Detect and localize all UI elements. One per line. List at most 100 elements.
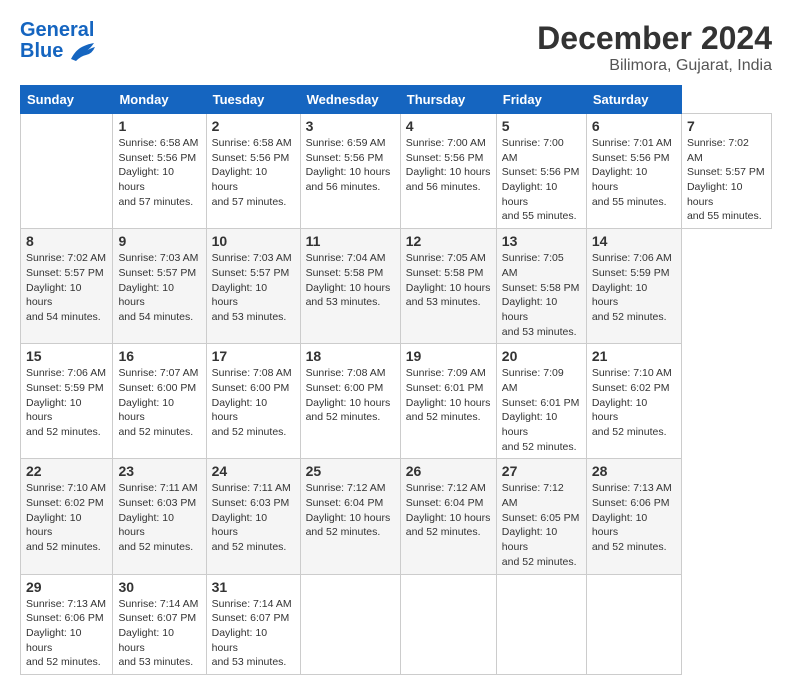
day-number: 9 xyxy=(118,233,200,249)
calendar-day-cell: 26 Sunrise: 7:12 AM Sunset: 6:04 PM Dayli… xyxy=(400,459,496,574)
day-info: Sunrise: 7:12 AM Sunset: 6:05 PM Dayligh… xyxy=(502,481,581,569)
calendar-week-row: 15 Sunrise: 7:06 AM Sunset: 5:59 PM Dayli… xyxy=(21,344,772,459)
calendar-day-cell: 3 Sunrise: 6:59 AM Sunset: 5:56 PM Daylig… xyxy=(300,114,400,229)
day-number: 13 xyxy=(502,233,581,249)
day-number: 1 xyxy=(118,118,200,134)
day-info: Sunrise: 7:10 AM Sunset: 6:02 PM Dayligh… xyxy=(592,366,676,439)
day-number: 4 xyxy=(406,118,491,134)
day-info: Sunrise: 7:08 AM Sunset: 6:00 PM Dayligh… xyxy=(306,366,395,425)
calendar-week-row: 22 Sunrise: 7:10 AM Sunset: 6:02 PM Dayli… xyxy=(21,459,772,574)
day-number: 25 xyxy=(306,463,395,479)
location: Bilimora, Gujarat, India xyxy=(537,57,772,75)
logo-line1: General xyxy=(20,20,96,40)
logo: General Blue xyxy=(20,20,96,63)
calendar-day-cell: 27 Sunrise: 7:12 AM Sunset: 6:05 PM Dayli… xyxy=(496,459,586,574)
calendar-day-cell: 4 Sunrise: 7:00 AM Sunset: 5:56 PM Daylig… xyxy=(400,114,496,229)
calendar-day-cell: 20 Sunrise: 7:09 AM Sunset: 6:01 PM Dayli… xyxy=(496,344,586,459)
title-block: December 2024 Bilimora, Gujarat, India xyxy=(537,20,772,75)
logo-bird-icon xyxy=(66,41,96,63)
day-number: 26 xyxy=(406,463,491,479)
day-number: 27 xyxy=(502,463,581,479)
calendar-day-cell: 25 Sunrise: 7:12 AM Sunset: 6:04 PM Dayli… xyxy=(300,459,400,574)
calendar-day-cell: 7 Sunrise: 7:02 AM Sunset: 5:57 PM Daylig… xyxy=(681,114,771,229)
header-tuesday: Tuesday xyxy=(206,86,300,114)
day-number: 6 xyxy=(592,118,676,134)
calendar-day-cell: 23 Sunrise: 7:11 AM Sunset: 6:03 PM Dayli… xyxy=(113,459,206,574)
day-info: Sunrise: 7:05 AM Sunset: 5:58 PM Dayligh… xyxy=(406,251,491,310)
day-info: Sunrise: 7:02 AM Sunset: 5:57 PM Dayligh… xyxy=(26,251,107,324)
calendar-day-cell: 16Sunrise: 7:07 AM Sunset: 6:00 PM Dayli… xyxy=(113,344,206,459)
day-info: Sunrise: 7:06 AM Sunset: 5:59 PM Dayligh… xyxy=(26,366,107,439)
day-number: 3 xyxy=(306,118,395,134)
day-number: 20 xyxy=(502,348,581,364)
day-number: 2 xyxy=(212,118,295,134)
day-number: 31 xyxy=(212,579,295,595)
calendar-day-cell: 18 Sunrise: 7:08 AM Sunset: 6:00 PM Dayli… xyxy=(300,344,400,459)
calendar-day-cell: 19 Sunrise: 7:09 AM Sunset: 6:01 PM Dayli… xyxy=(400,344,496,459)
day-info: Sunrise: 7:13 AM Sunset: 6:06 PM Dayligh… xyxy=(592,481,676,554)
day-number: 23 xyxy=(118,463,200,479)
calendar-day-cell: 28 Sunrise: 7:13 AM Sunset: 6:06 PM Dayli… xyxy=(586,459,681,574)
calendar-day-cell: 9 Sunrise: 7:03 AM Sunset: 5:57 PM Daylig… xyxy=(113,229,206,344)
day-number: 29 xyxy=(26,579,107,595)
day-info: Sunrise: 7:00 AM Sunset: 5:56 PM Dayligh… xyxy=(406,136,491,195)
day-info: Sunrise: 6:58 AM Sunset: 5:56 PM Dayligh… xyxy=(118,136,200,209)
day-number: 18 xyxy=(306,348,395,364)
day-info: Sunrise: 7:12 AM Sunset: 6:04 PM Dayligh… xyxy=(306,481,395,540)
calendar-day-cell: 22 Sunrise: 7:10 AM Sunset: 6:02 PM Dayli… xyxy=(21,459,113,574)
header-sunday: Sunday xyxy=(21,86,113,114)
day-number: 15 xyxy=(26,348,107,364)
calendar-day-cell: 15 Sunrise: 7:06 AM Sunset: 5:59 PM Dayli… xyxy=(21,344,113,459)
logo-line2: Blue xyxy=(20,40,63,63)
day-number: 14 xyxy=(592,233,676,249)
day-info: Sunrise: 7:10 AM Sunset: 6:02 PM Dayligh… xyxy=(26,481,107,554)
calendar-day-cell: 11Sunrise: 7:04 AM Sunset: 5:58 PM Dayli… xyxy=(300,229,400,344)
day-info: Sunrise: 7:09 AM Sunset: 6:01 PM Dayligh… xyxy=(502,366,581,454)
day-info: Sunrise: 7:11 AM Sunset: 6:03 PM Dayligh… xyxy=(118,481,200,554)
day-info: Sunrise: 6:59 AM Sunset: 5:56 PM Dayligh… xyxy=(306,136,395,195)
header-saturday: Saturday xyxy=(586,86,681,114)
calendar-table: SundayMondayTuesdayWednesdayThursdayFrid… xyxy=(20,85,772,675)
calendar-day-cell xyxy=(400,574,496,674)
day-info: Sunrise: 7:09 AM Sunset: 6:01 PM Dayligh… xyxy=(406,366,491,425)
day-number: 7 xyxy=(687,118,766,134)
header-monday: Monday xyxy=(113,86,206,114)
calendar-day-cell: 24Sunrise: 7:11 AM Sunset: 6:03 PM Dayli… xyxy=(206,459,300,574)
calendar-day-cell: 6 Sunrise: 7:01 AM Sunset: 5:56 PM Daylig… xyxy=(586,114,681,229)
day-number: 28 xyxy=(592,463,676,479)
calendar-week-row: 8Sunrise: 7:02 AM Sunset: 5:57 PM Daylig… xyxy=(21,229,772,344)
day-info: Sunrise: 7:02 AM Sunset: 5:57 PM Dayligh… xyxy=(687,136,766,224)
day-info: Sunrise: 7:05 AM Sunset: 5:58 PM Dayligh… xyxy=(502,251,581,339)
day-info: Sunrise: 7:11 AM Sunset: 6:03 PM Dayligh… xyxy=(212,481,295,554)
day-number: 10 xyxy=(212,233,295,249)
day-info: Sunrise: 7:07 AM Sunset: 6:00 PM Dayligh… xyxy=(118,366,200,439)
day-info: Sunrise: 7:01 AM Sunset: 5:56 PM Dayligh… xyxy=(592,136,676,209)
calendar-day-cell: 17Sunrise: 7:08 AM Sunset: 6:00 PM Dayli… xyxy=(206,344,300,459)
header-wednesday: Wednesday xyxy=(300,86,400,114)
header-friday: Friday xyxy=(496,86,586,114)
month-title: December 2024 xyxy=(537,20,772,57)
calendar-day-cell: 12Sunrise: 7:05 AM Sunset: 5:58 PM Dayli… xyxy=(400,229,496,344)
day-info: Sunrise: 7:08 AM Sunset: 6:00 PM Dayligh… xyxy=(212,366,295,439)
day-info: Sunrise: 7:14 AM Sunset: 6:07 PM Dayligh… xyxy=(212,597,295,670)
day-number: 22 xyxy=(26,463,107,479)
day-info: Sunrise: 7:12 AM Sunset: 6:04 PM Dayligh… xyxy=(406,481,491,540)
day-info: Sunrise: 6:58 AM Sunset: 5:56 PM Dayligh… xyxy=(212,136,295,209)
calendar-week-row: 29 Sunrise: 7:13 AM Sunset: 6:06 PM Dayli… xyxy=(21,574,772,674)
calendar-day-cell: 2 Sunrise: 6:58 AM Sunset: 5:56 PM Daylig… xyxy=(206,114,300,229)
calendar-day-cell xyxy=(300,574,400,674)
calendar-day-cell: 10Sunrise: 7:03 AM Sunset: 5:57 PM Dayli… xyxy=(206,229,300,344)
header-thursday: Thursday xyxy=(400,86,496,114)
day-info: Sunrise: 7:00 AM Sunset: 5:56 PM Dayligh… xyxy=(502,136,581,224)
day-info: Sunrise: 7:03 AM Sunset: 5:57 PM Dayligh… xyxy=(118,251,200,324)
day-info: Sunrise: 7:13 AM Sunset: 6:06 PM Dayligh… xyxy=(26,597,107,670)
calendar-day-cell: 30Sunrise: 7:14 AM Sunset: 6:07 PM Dayli… xyxy=(113,574,206,674)
calendar-day-cell xyxy=(496,574,586,674)
calendar-day-cell: 13 Sunrise: 7:05 AM Sunset: 5:58 PM Dayli… xyxy=(496,229,586,344)
day-number: 19 xyxy=(406,348,491,364)
day-number: 5 xyxy=(502,118,581,134)
calendar-day-cell: 31 Sunrise: 7:14 AM Sunset: 6:07 PM Dayli… xyxy=(206,574,300,674)
page-header: General Blue December 2024 Bilimora, Guj… xyxy=(20,20,772,75)
calendar-header-row: SundayMondayTuesdayWednesdayThursdayFrid… xyxy=(21,86,772,114)
day-number: 21 xyxy=(592,348,676,364)
